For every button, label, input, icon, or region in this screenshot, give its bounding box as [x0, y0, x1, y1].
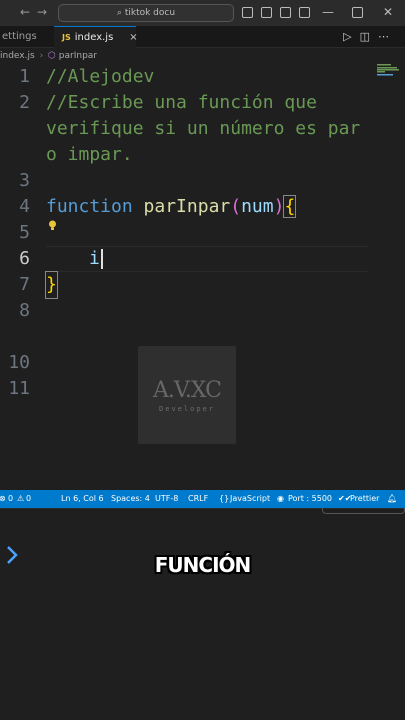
code-line: 2 //Escribe una función que	[0, 90, 405, 116]
toggle-primary-sidebar-icon[interactable]	[242, 7, 253, 18]
line-number: 6	[19, 248, 30, 269]
chevron-right-icon: ›	[39, 51, 44, 61]
split-editor-icon[interactable]: ◫	[360, 30, 378, 43]
line-number: 8	[19, 300, 30, 321]
code-line: 3	[0, 168, 405, 194]
panel-tab-outline	[322, 508, 405, 514]
error-icon[interactable]: ⊗	[0, 490, 6, 508]
bell-icon[interactable]: 🔔︎	[387, 490, 397, 508]
more-actions-icon[interactable]: ⋯	[378, 30, 397, 43]
warning-icon[interactable]: ⚠	[17, 490, 24, 508]
typed-text: i	[89, 248, 100, 269]
paren-token: (	[230, 196, 242, 217]
editor-actions: ▷◫⋯	[343, 30, 397, 43]
back-arrow-icon[interactable]: ←	[20, 5, 30, 19]
breadcrumb: index.js › ⬡ parInpar	[0, 48, 405, 64]
minimize-icon[interactable]: —	[322, 5, 334, 19]
line-number: 3	[19, 170, 30, 191]
code-line-wrapped: verifique si un número es par	[0, 116, 405, 142]
param-token: num	[241, 196, 274, 217]
warning-count[interactable]: 0	[26, 490, 31, 508]
paren-token: )	[273, 196, 285, 217]
encoding[interactable]: UTF-8	[155, 490, 178, 508]
tab-index-js[interactable]: JS index.js ×	[54, 26, 138, 48]
code-text: i	[89, 246, 103, 272]
line-number: 5	[19, 222, 30, 243]
code-editor[interactable]: 1 //Alejodev 2 //Escribe una función que…	[0, 64, 405, 490]
code-text: verifique si un número es par	[46, 118, 361, 139]
close-tab-icon[interactable]: ×	[129, 32, 137, 43]
breadcrumb-symbol[interactable]: parInpar	[59, 51, 97, 61]
watermark-subtext: Developer	[159, 405, 215, 413]
watermark-text: A.V.XC	[152, 378, 222, 403]
end-of-line[interactable]: CRLF	[188, 490, 208, 508]
tab-label: index.js	[74, 32, 114, 43]
code-text: o impar.	[46, 144, 133, 165]
line-number: 1	[19, 66, 30, 87]
toggle-panel-icon[interactable]	[261, 7, 272, 18]
error-count[interactable]: 0	[8, 490, 13, 508]
text-caret	[100, 249, 103, 269]
line-number: 2	[19, 92, 30, 113]
live-server-port[interactable]: Port : 5500	[288, 490, 332, 508]
forward-arrow-icon[interactable]: →	[37, 5, 47, 19]
status-bar: ⊗ 0 ⚠ 0 Ln 6, Col 6 Spaces: 4 UTF-8 CRLF…	[0, 490, 405, 508]
javascript-file-icon: JS	[62, 33, 71, 42]
search-text: tiktok docu	[124, 8, 176, 18]
keyword-token: function	[46, 196, 133, 217]
code-text: function parInpar(num){	[46, 194, 297, 220]
line-number: 7	[19, 274, 30, 295]
code-line: 8	[0, 298, 405, 324]
braces-icon: {}	[219, 494, 230, 503]
brace-token: }	[45, 271, 58, 299]
breadcrumb-file[interactable]: index.js	[0, 51, 35, 61]
line-number: 10	[8, 352, 30, 373]
code-line: 5	[0, 220, 405, 246]
code-line: 7 }	[0, 271, 405, 299]
command-center-search[interactable]: ⌕ tiktok docu	[58, 4, 234, 22]
search-icon: ⌕	[116, 8, 125, 18]
language-mode[interactable]: JavaScript	[230, 490, 270, 508]
code-text: //Alejodev	[46, 66, 155, 87]
customize-layout-icon[interactable]	[299, 7, 310, 18]
radio-tower-icon: ◉	[277, 494, 284, 503]
code-line: 1 //Alejodev	[0, 64, 405, 90]
code-line-wrapped: o impar.	[0, 142, 405, 168]
tab-settings[interactable]: ettings	[0, 26, 45, 48]
function-symbol-icon: ⬡	[48, 51, 56, 61]
cursor-position[interactable]: Ln 6, Col 6	[61, 490, 104, 508]
toggle-secondary-sidebar-icon[interactable]	[280, 7, 291, 18]
maximize-icon[interactable]	[352, 7, 363, 18]
close-window-icon[interactable]: ✕	[383, 5, 393, 19]
run-icon[interactable]: ▷	[343, 30, 359, 43]
bottom-panel[interactable]: FUNCIÓN	[0, 508, 405, 720]
line-number: 4	[19, 196, 30, 217]
function-name-token: parInpar	[143, 196, 231, 217]
code-text: //Escribe una función que	[46, 92, 317, 113]
tab-label: ettings	[2, 31, 37, 42]
code-line: 4 function parInpar(num){	[0, 194, 405, 220]
title-bar: ← → ⌕ tiktok docu — ✕	[0, 0, 405, 26]
brace-token: {	[283, 195, 297, 218]
code-line-current: 6 i	[0, 246, 405, 272]
editor-tab-bar: ettings JS index.js × ▷◫⋯	[0, 26, 405, 48]
video-caption: FUNCIÓN	[154, 553, 252, 577]
watermark-logo: A.V.XC Developer	[138, 346, 236, 444]
line-number: 11	[8, 378, 30, 399]
indentation[interactable]: Spaces: 4	[111, 490, 150, 508]
prettier-status[interactable]: Prettier	[350, 490, 379, 508]
